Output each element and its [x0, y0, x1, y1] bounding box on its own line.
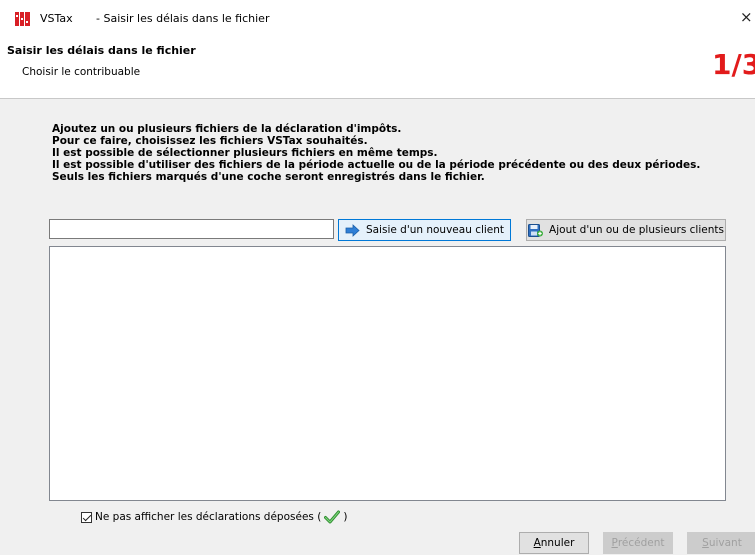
step-counter: 1/3 [712, 48, 755, 81]
new-client-label: Saisie d'un nouveau client [365, 224, 505, 236]
add-clients-button[interactable]: Ajout d'un ou de plusieurs clients [526, 219, 726, 241]
next-button[interactable]: Suivant [687, 532, 755, 554]
previous-label: récédent [617, 537, 665, 549]
instruction-line: Seuls les fichiers marqués d'une coche s… [52, 171, 485, 183]
previous-button[interactable]: Précédent [603, 532, 673, 554]
instruction-line: Il est possible de sélectionner plusieur… [52, 147, 438, 159]
wizard-subtitle: Choisir le contribuable [22, 66, 141, 78]
next-label: uivant [708, 537, 742, 549]
cancel-label: nnuler [540, 537, 575, 549]
instruction-line: Il est possible d'utiliser des fichiers … [52, 159, 701, 171]
window-title: - Saisir les délais dans le fichier [96, 12, 270, 25]
window-app-name: VSTax [40, 12, 73, 25]
green-check-icon [324, 510, 341, 524]
new-client-button[interactable]: Saisie d'un nouveau client [338, 219, 511, 241]
title-bar: VSTax - Saisir les délais dans le fichie… [0, 0, 755, 36]
search-input[interactable] [49, 219, 334, 239]
next-mnemonic: S [702, 537, 709, 549]
add-clients-label: Ajout d'un ou de plusieurs clients [549, 224, 724, 236]
cancel-mnemonic: A [533, 537, 541, 549]
hide-filed-declarations-option[interactable]: Ne pas afficher les déclarations déposée… [81, 509, 347, 525]
close-icon[interactable]: × [740, 8, 753, 26]
vstax-app-icon [15, 12, 30, 26]
wizard-title: Saisir les délais dans le fichier [7, 44, 196, 57]
file-list[interactable] [49, 246, 726, 501]
instruction-line: Ajoutez un ou plusieurs fichiers de la d… [52, 123, 402, 135]
instruction-line: Pour ce faire, choisissez les fichiers V… [52, 135, 368, 147]
cancel-button[interactable]: Annuler [519, 532, 589, 554]
floppy-plus-icon [528, 223, 544, 237]
arrow-right-icon [345, 223, 360, 237]
hide-filed-label: Ne pas afficher les déclarations déposée… [95, 511, 322, 523]
hide-filed-label-end: ) [343, 511, 348, 523]
hide-filed-checkbox[interactable] [81, 511, 92, 523]
instructions: Ajoutez un ou plusieurs fichiers de la d… [52, 123, 752, 183]
wizard-header: Saisir les délais dans le fichier Choisi… [0, 36, 755, 99]
